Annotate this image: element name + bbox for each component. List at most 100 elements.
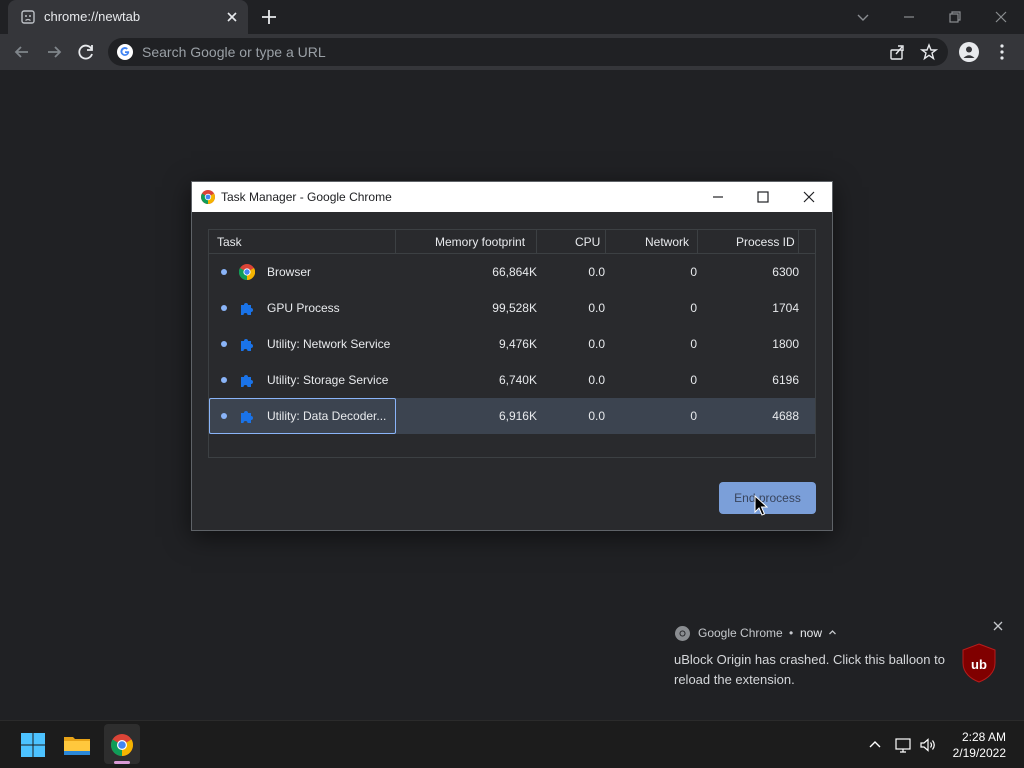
- network-value: 0: [690, 301, 697, 315]
- process-dot: [221, 341, 227, 347]
- chrome-icon: [201, 190, 215, 204]
- cpu-value: 0.0: [588, 409, 605, 423]
- chrome-icon: [675, 626, 690, 641]
- column-divider[interactable]: [536, 230, 537, 254]
- omnibox[interactable]: Search Google or type a URL: [108, 38, 948, 66]
- process-name: GPU Process: [267, 301, 340, 315]
- close-icon[interactable]: [799, 187, 819, 207]
- cpu-value: 0.0: [588, 265, 605, 279]
- network-value: 0: [690, 409, 697, 423]
- process-dot: [221, 305, 227, 311]
- table-row[interactable]: Utility: Storage Service 6,740K 0.0 0 61…: [209, 362, 815, 398]
- sad-tab-icon: [21, 10, 35, 24]
- column-header-task[interactable]: Task: [217, 235, 242, 249]
- memory-value: 9,476K: [498, 337, 537, 351]
- column-divider[interactable]: [697, 230, 698, 254]
- new-tab-icon[interactable]: [258, 6, 280, 28]
- column-header-cpu[interactable]: CPU: [575, 235, 600, 249]
- mouse-cursor-icon: [754, 495, 768, 516]
- close-notification-icon[interactable]: [991, 619, 1005, 633]
- process-name: Utility: Data Decoder...: [267, 409, 387, 423]
- restore-icon[interactable]: [944, 6, 966, 28]
- forward-icon[interactable]: [43, 41, 65, 63]
- process-id-value: 4688: [772, 409, 799, 423]
- tab-title: chrome://newtab: [44, 9, 141, 24]
- reload-icon[interactable]: [75, 41, 97, 63]
- process-id-value: 1800: [772, 337, 799, 351]
- taskbar: 2:28 AM 2/19/2022: [0, 720, 1024, 768]
- notification-app-name: Google Chrome: [698, 626, 783, 640]
- tab-newtab[interactable]: chrome://newtab: [8, 0, 248, 34]
- omnibox-placeholder: Search Google or type a URL: [142, 44, 326, 60]
- table-row[interactable]: GPU Process 99,528K 0.0 0 1704: [209, 290, 815, 326]
- process-name: Browser: [267, 265, 312, 279]
- minimize-icon[interactable]: [898, 6, 920, 28]
- memory-value: 6,740K: [498, 373, 537, 387]
- notification-separator: •: [789, 626, 794, 640]
- svg-text:ub: ub: [971, 657, 987, 672]
- table-row[interactable]: Utility: Network Service 9,476K 0.0 0 18…: [209, 326, 815, 362]
- process-dot: [221, 269, 227, 275]
- chrome-icon[interactable]: [107, 730, 137, 760]
- memory-value: 99,528K: [492, 301, 537, 315]
- ublock-origin-icon: ub: [962, 643, 996, 683]
- puzzle-icon: [241, 339, 253, 351]
- column-divider[interactable]: [798, 230, 799, 254]
- close-window-icon[interactable]: [990, 6, 1012, 28]
- file-explorer-icon[interactable]: [62, 730, 92, 760]
- cpu-value: 0.0: [588, 373, 605, 387]
- memory-value: 6,916K: [498, 409, 537, 423]
- bookmark-star-icon[interactable]: [920, 43, 938, 61]
- tab-strip: chrome://newtab: [0, 0, 1024, 34]
- chevron-up-icon[interactable]: [828, 628, 837, 637]
- task-manager-titlebar[interactable]: Task Manager - Google Chrome: [192, 182, 832, 212]
- table-header: Task Memory footprint CPU Network Proces…: [209, 230, 815, 254]
- process-name: Utility: Storage Service: [267, 373, 389, 387]
- active-app-indicator: [114, 761, 130, 764]
- minimize-icon[interactable]: [708, 187, 728, 207]
- task-manager-dialog: Task Manager - Google Chrome Task Memory…: [191, 181, 833, 531]
- network-value: 0: [690, 337, 697, 351]
- cpu-value: 0.0: [588, 337, 605, 351]
- process-table: Task Memory footprint CPU Network Proces…: [208, 229, 816, 458]
- menu-kebab-icon[interactable]: [991, 41, 1013, 63]
- browser-toolbar: Search Google or type a URL: [0, 34, 1024, 70]
- notification-time: now: [800, 626, 823, 640]
- column-header-network[interactable]: Network: [645, 235, 689, 249]
- clock-time[interactable]: 2:28 AM: [956, 730, 1006, 744]
- network-icon[interactable]: [894, 736, 912, 754]
- process-dot: [221, 377, 227, 383]
- chrome-icon: [239, 264, 255, 280]
- column-header-memory[interactable]: Memory footprint: [435, 235, 525, 249]
- column-header-process-id[interactable]: Process ID: [736, 235, 795, 249]
- process-dot: [221, 413, 227, 419]
- notification-toast[interactable]: Google Chrome • now uBlock Origin has cr…: [656, 613, 1020, 708]
- maximize-icon[interactable]: [753, 187, 773, 207]
- clock-date[interactable]: 2/19/2022: [940, 746, 1006, 760]
- windows-start-icon[interactable]: [18, 730, 48, 760]
- network-value: 0: [690, 265, 697, 279]
- back-icon[interactable]: [11, 41, 33, 63]
- show-hidden-icons-chevron-icon[interactable]: [866, 736, 884, 754]
- tab-search-chevron-icon[interactable]: [852, 6, 874, 28]
- google-icon: [117, 44, 133, 60]
- cpu-value: 0.0: [588, 301, 605, 315]
- process-id-value: 6300: [772, 265, 799, 279]
- share-icon[interactable]: [888, 43, 906, 61]
- process-id-value: 6196: [772, 373, 799, 387]
- task-manager-title: Task Manager - Google Chrome: [221, 190, 392, 204]
- puzzle-icon: [241, 411, 253, 423]
- profile-icon[interactable]: [958, 41, 980, 63]
- puzzle-icon: [241, 375, 253, 387]
- memory-value: 66,864K: [492, 265, 537, 279]
- puzzle-icon: [241, 303, 253, 315]
- column-divider[interactable]: [605, 230, 606, 254]
- notification-message: uBlock Origin has crashed. Click this ba…: [674, 652, 945, 687]
- process-name: Utility: Network Service: [267, 337, 391, 351]
- close-tab-icon[interactable]: [223, 8, 241, 26]
- table-row-selected[interactable]: Utility: Data Decoder... 6,916K 0.0 0 46…: [209, 398, 815, 434]
- network-value: 0: [690, 373, 697, 387]
- table-row[interactable]: Browser 66,864K 0.0 0 6300: [209, 254, 815, 290]
- volume-icon[interactable]: [919, 736, 937, 754]
- column-divider[interactable]: [395, 230, 396, 254]
